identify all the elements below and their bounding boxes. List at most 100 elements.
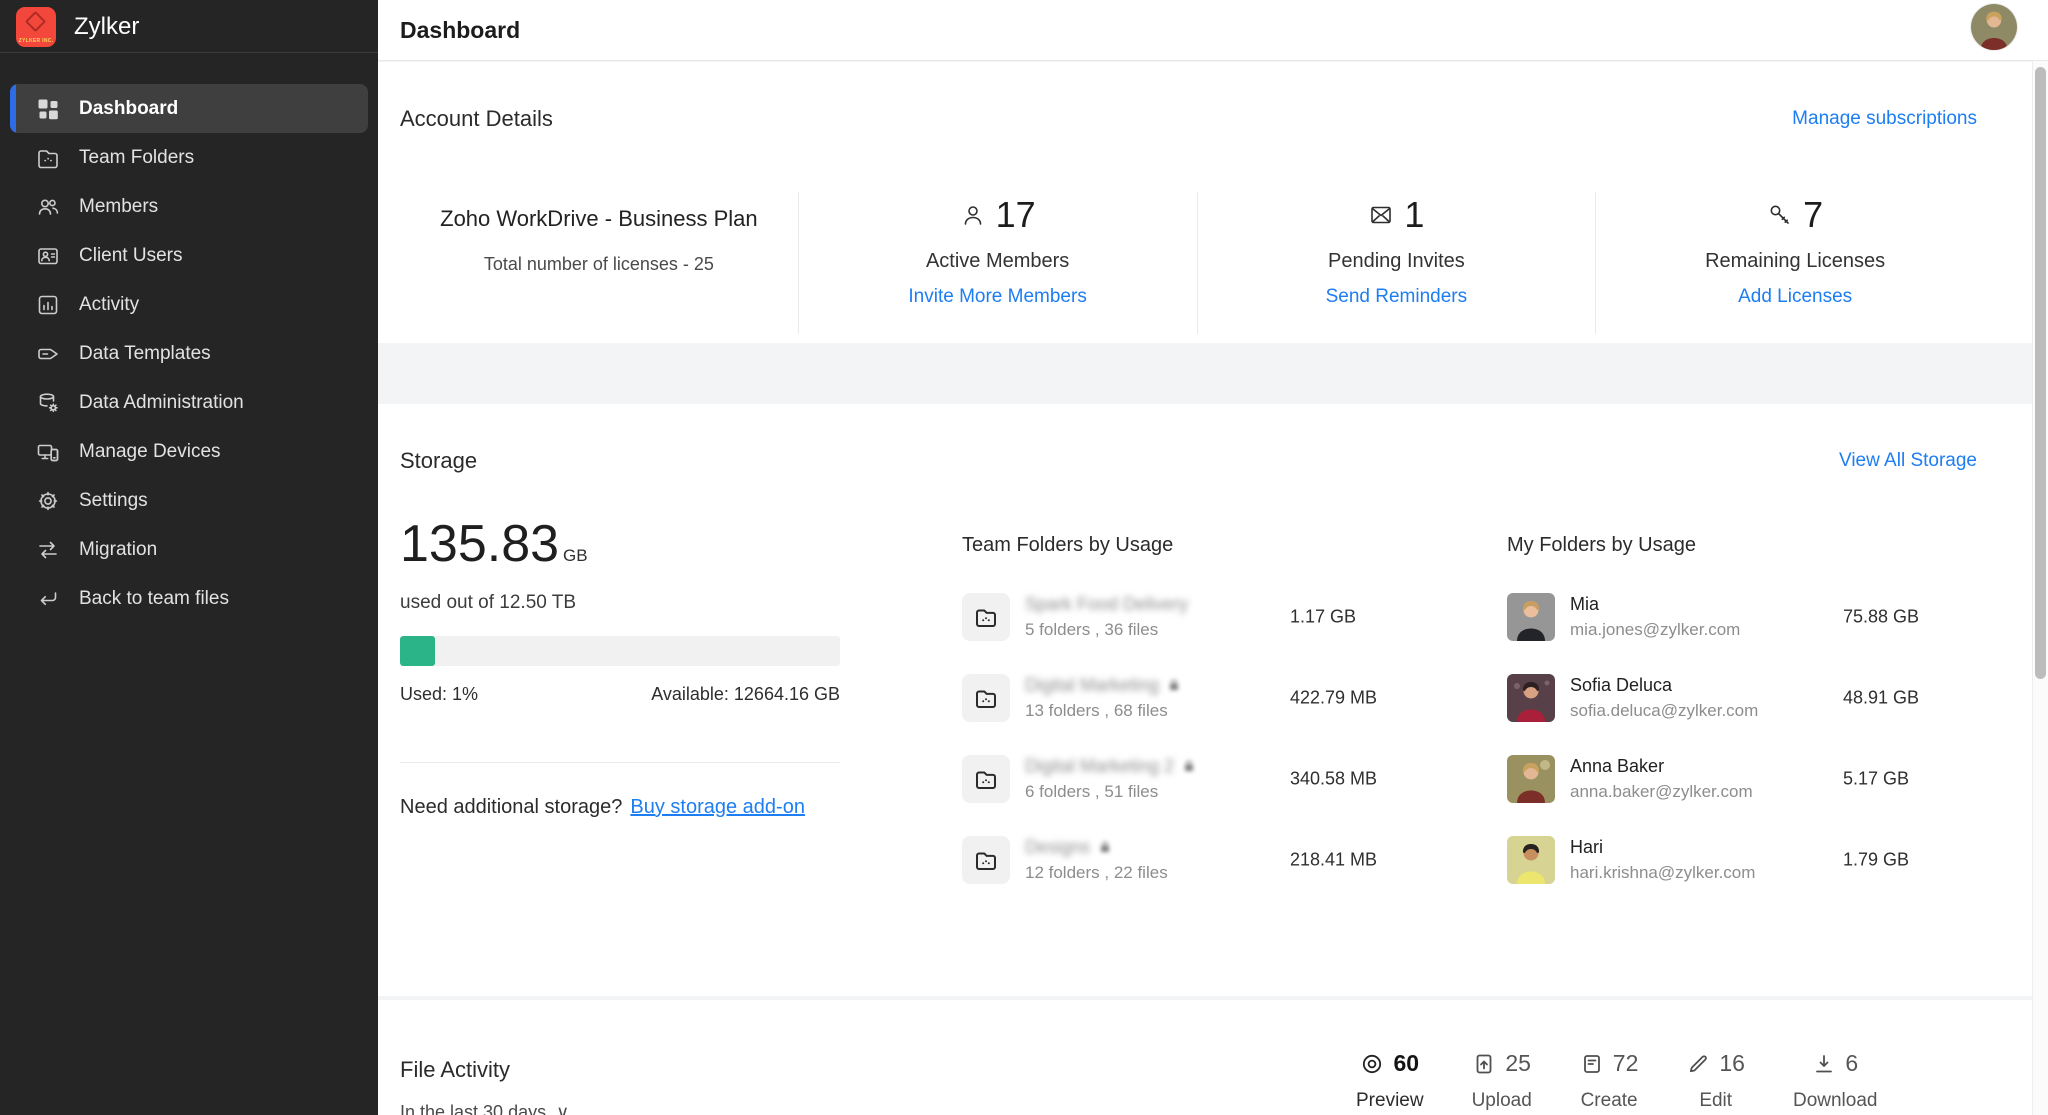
team-folder-size: 1.17 GB — [1290, 606, 1356, 627]
sidebar-item-data-administration[interactable]: Data Administration — [0, 378, 378, 427]
stat-download[interactable]: 6 Download — [1793, 1050, 1878, 1112]
member-usage-row[interactable]: Hari hari.krishna@zylker.com 1.79 GB — [1507, 819, 1962, 900]
team-folder-row[interactable]: Spark Food Delivery 5 folders , 36 files… — [962, 576, 1390, 657]
active-members-count: 17 — [996, 194, 1036, 236]
brand-name: Zylker — [74, 0, 139, 53]
upload-count: 25 — [1505, 1050, 1531, 1077]
storage-usage-panel: 135.83GB used out of 12.50 TB Used: 1% A… — [400, 404, 840, 996]
download-count: 6 — [1845, 1050, 1858, 1077]
account-details-card: Account Details Manage subscriptions Zoh… — [378, 62, 2032, 343]
sidebar-item-members[interactable]: Members — [0, 182, 378, 231]
brand-header: ZYLKER INC. Zylker — [0, 0, 378, 53]
key-icon — [1767, 202, 1793, 228]
top-header: Dashboard — [378, 0, 2048, 61]
storage-bar-fill — [400, 636, 435, 666]
team-folder-name: Digital Marketing 2 — [1025, 756, 1174, 777]
sidebar-item-label: Client Users — [79, 245, 182, 267]
file-activity-title: File Activity — [400, 1057, 510, 1083]
member-name: Mia — [1570, 594, 1740, 615]
download-icon — [1812, 1052, 1836, 1076]
sidebar-item-dashboard[interactable]: Dashboard — [10, 84, 368, 133]
lock-icon — [1182, 759, 1196, 773]
remaining-licenses-label: Remaining Licenses — [1705, 250, 1885, 273]
avatar — [1507, 593, 1555, 641]
team-folders-usage-panel: Team Folders by Usage Spark Food Deliver… — [962, 404, 1390, 996]
database-gear-icon — [36, 391, 60, 415]
team-folder-name: Designs — [1025, 837, 1090, 858]
upload-label: Upload — [1472, 1090, 1532, 1112]
team-folder-meta: 6 folders , 51 files — [1025, 782, 1196, 802]
remaining-licenses-column: 7 Remaining Licenses Add Licenses — [1595, 192, 1994, 334]
create-label: Create — [1581, 1090, 1638, 1112]
member-usage-size: 5.17 GB — [1843, 768, 1909, 789]
team-folder-meta: 12 folders , 22 files — [1025, 863, 1168, 883]
sidebar-item-label: Activity — [79, 294, 139, 316]
member-usage-row[interactable]: Sofia Deluca sofia.deluca@zylker.com 48.… — [1507, 657, 1962, 738]
active-members-label: Active Members — [926, 250, 1069, 273]
add-licenses-link[interactable]: Add Licenses — [1738, 286, 1852, 308]
sidebar-item-migration[interactable]: Migration — [0, 525, 378, 574]
person-icon — [960, 202, 986, 228]
plan-licenses: Total number of licenses - 25 — [484, 254, 714, 275]
team-folders-usage-title: Team Folders by Usage — [962, 534, 1173, 557]
chart-box-icon — [36, 293, 60, 317]
lock-icon — [1098, 840, 1112, 854]
team-folder-icon — [962, 674, 1010, 722]
storage-caption: used out of 12.50 TB — [400, 592, 576, 614]
sidebar-menu: Dashboard Team Folders Members Client Us… — [0, 84, 378, 623]
member-email: sofia.deluca@zylker.com — [1570, 701, 1758, 721]
team-folder-row[interactable]: Digital Marketing 13 folders , 68 files … — [962, 657, 1390, 738]
team-folder-row[interactable]: Designs 12 folders , 22 files 218.41 MB — [962, 819, 1390, 900]
member-usage-row[interactable]: Anna Baker anna.baker@zylker.com 5.17 GB — [1507, 738, 1962, 819]
avatar-photo — [1971, 4, 2017, 50]
sidebar-item-back-to-team-files[interactable]: Back to team files — [0, 574, 378, 623]
sidebar-item-label: Migration — [79, 539, 157, 561]
stat-preview[interactable]: 60 Preview — [1356, 1050, 1424, 1112]
sidebar-item-settings[interactable]: Settings — [0, 476, 378, 525]
team-folder-name: Spark Food Delivery — [1025, 594, 1188, 615]
people-icon — [36, 195, 60, 219]
storage-progress-bar — [400, 636, 840, 666]
preview-count: 60 — [1393, 1050, 1419, 1077]
sidebar-item-manage-devices[interactable]: Manage Devices — [0, 427, 378, 476]
member-usage-size: 48.91 GB — [1843, 687, 1919, 708]
team-folder-row[interactable]: Digital Marketing 2 6 folders , 51 files… — [962, 738, 1390, 819]
activity-range-label: In the last 30 days — [400, 1102, 546, 1115]
sidebar-item-team-folders[interactable]: Team Folders — [0, 133, 378, 182]
folder-icon — [36, 146, 60, 170]
member-name: Sofia Deluca — [1570, 675, 1758, 696]
team-folder-meta: 5 folders , 36 files — [1025, 620, 1188, 640]
swap-arrows-icon — [36, 538, 60, 562]
stat-create[interactable]: 72 Create — [1580, 1050, 1639, 1112]
return-arrow-icon — [36, 587, 60, 611]
stat-upload[interactable]: 25 Upload — [1472, 1050, 1532, 1112]
buy-storage-addon-link[interactable]: Buy storage add-on — [630, 796, 805, 818]
my-folders-usage-title: My Folders by Usage — [1507, 534, 1696, 557]
manage-subscriptions-link[interactable]: Manage subscriptions — [1792, 108, 1977, 130]
invite-more-members-link[interactable]: Invite More Members — [908, 286, 1086, 308]
sidebar-item-label: Dashboard — [79, 98, 178, 120]
activity-range-dropdown[interactable]: In the last 30 days ∨ — [400, 1102, 569, 1115]
scrollbar-track[interactable] — [2032, 61, 2048, 1115]
user-avatar[interactable] — [1971, 4, 2017, 50]
scrollbar-thumb[interactable] — [2035, 67, 2046, 679]
sidebar-item-client-users[interactable]: Client Users — [0, 231, 378, 280]
sidebar-item-data-templates[interactable]: Data Templates — [0, 329, 378, 378]
send-reminders-link[interactable]: Send Reminders — [1326, 286, 1468, 308]
dashboard-grid-icon — [36, 97, 60, 121]
team-folder-size: 340.58 MB — [1290, 768, 1377, 789]
file-activity-stats: 60 Preview 25 Upload 72 Create — [1356, 1050, 1877, 1112]
team-folder-size: 422.79 MB — [1290, 687, 1377, 708]
plan-name: Zoho WorkDrive - Business Plan — [440, 206, 758, 232]
sidebar-item-activity[interactable]: Activity — [0, 280, 378, 329]
stat-edit[interactable]: 16 Edit — [1686, 1050, 1745, 1112]
avatar — [1507, 674, 1555, 722]
team-folder-icon — [962, 755, 1010, 803]
member-usage-row[interactable]: Mia mia.jones@zylker.com 75.88 GB — [1507, 576, 1962, 657]
avatar — [1507, 836, 1555, 884]
file-create-icon — [1580, 1052, 1604, 1076]
pending-invites-count: 1 — [1404, 194, 1424, 236]
sidebar-item-label: Back to team files — [79, 588, 229, 610]
pending-invites-column: 1 Pending Invites Send Reminders — [1197, 192, 1596, 334]
file-activity-card: File Activity In the last 30 days ∨ 60 P… — [378, 1000, 2032, 1115]
